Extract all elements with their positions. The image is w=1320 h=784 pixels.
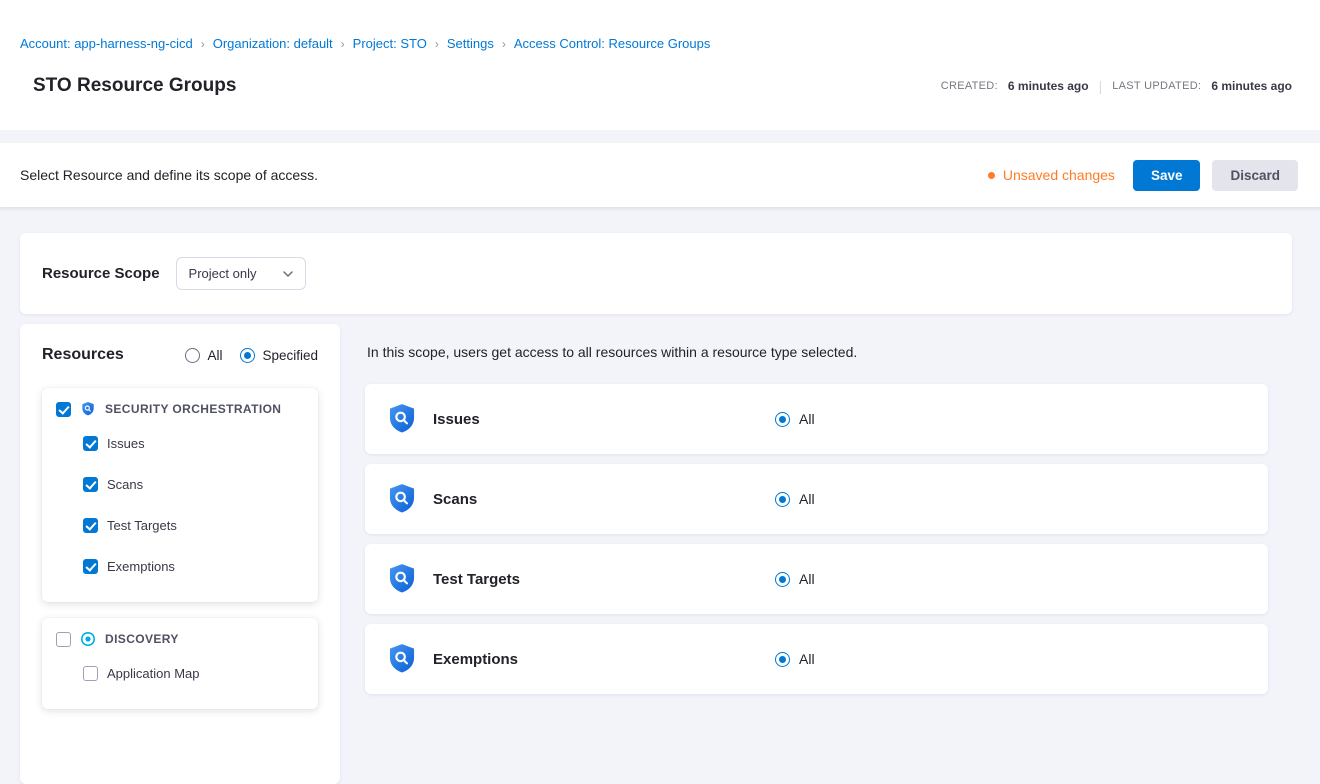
- resource-group-discovery: DISCOVERY Application Map: [42, 618, 318, 709]
- access-panel: In this scope, users get access to all r…: [365, 324, 1292, 704]
- access-all-option[interactable]: All: [775, 411, 815, 427]
- access-all-label: All: [799, 491, 815, 507]
- resource-item-exemptions[interactable]: Exemptions: [56, 546, 304, 587]
- created-value: 6 minutes ago: [1008, 79, 1089, 93]
- chevron-right-icon: ›: [502, 37, 506, 51]
- resource-item-scans[interactable]: Scans: [56, 464, 304, 505]
- group-name: DISCOVERY: [105, 632, 179, 646]
- page-title: STO Resource Groups: [33, 75, 941, 97]
- resources-specified-radio[interactable]: Specified: [240, 348, 318, 363]
- breadcrumb-organization[interactable]: Organization: default: [213, 36, 333, 51]
- meta-divider: |: [1099, 78, 1103, 94]
- discovery-icon: [80, 631, 96, 647]
- application-map-checkbox[interactable]: [83, 666, 98, 681]
- item-label: Issues: [107, 436, 145, 451]
- resources-title: Resources: [42, 346, 185, 364]
- sto-shield-icon: [80, 401, 96, 417]
- sto-shield-icon: [385, 402, 419, 436]
- scans-checkbox[interactable]: [83, 477, 98, 492]
- resource-scope-card: Resource Scope Project only: [20, 233, 1292, 314]
- discovery-checkbox[interactable]: [56, 632, 71, 647]
- radio-icon[interactable]: [775, 492, 790, 507]
- item-label: Application Map: [107, 666, 200, 681]
- group-name: SECURITY ORCHESTRATION: [105, 402, 281, 416]
- unsaved-changes-label: Unsaved changes: [1003, 167, 1115, 183]
- resource-item-test-targets[interactable]: Test Targets: [56, 505, 304, 546]
- chevron-right-icon: ›: [435, 37, 439, 51]
- discard-button[interactable]: Discard: [1212, 160, 1298, 191]
- security-orchestration-checkbox[interactable]: [56, 402, 71, 417]
- resource-row-exemptions: Exemptions All: [365, 624, 1268, 694]
- resource-row-scans: Scans All: [365, 464, 1268, 534]
- radio-icon[interactable]: [775, 572, 790, 587]
- toolbar-description: Select Resource and define its scope of …: [20, 167, 988, 183]
- access-description: In this scope, users get access to all r…: [367, 344, 1268, 360]
- last-updated-label: LAST UPDATED:: [1112, 80, 1201, 92]
- created-label: CREATED:: [941, 80, 998, 92]
- radio-icon[interactable]: [775, 412, 790, 427]
- unsaved-dot-icon: [988, 172, 995, 179]
- item-label: Test Targets: [107, 518, 177, 533]
- resource-scope-selected-value: Project only: [189, 266, 257, 281]
- access-all-option[interactable]: All: [775, 651, 815, 667]
- issues-checkbox[interactable]: [83, 436, 98, 451]
- chevron-right-icon: ›: [341, 37, 345, 51]
- access-all-label: All: [799, 411, 815, 427]
- item-label: Scans: [107, 477, 143, 492]
- save-button[interactable]: Save: [1133, 160, 1201, 191]
- test-targets-checkbox[interactable]: [83, 518, 98, 533]
- unsaved-changes-badge: Unsaved changes: [988, 167, 1115, 183]
- row-label: Issues: [433, 411, 775, 428]
- timestamps: CREATED: 6 minutes ago | LAST UPDATED: 6…: [941, 78, 1292, 94]
- resource-item-issues[interactable]: Issues: [56, 423, 304, 464]
- breadcrumb-project[interactable]: Project: STO: [353, 36, 427, 51]
- resources-all-label: All: [207, 348, 222, 363]
- access-all-option[interactable]: All: [775, 491, 815, 507]
- main-content: Resource Scope Project only Resources Al…: [0, 207, 1320, 784]
- last-updated-value: 6 minutes ago: [1211, 79, 1292, 93]
- access-all-label: All: [799, 651, 815, 667]
- radio-icon[interactable]: [240, 348, 255, 363]
- sto-shield-icon: [385, 642, 419, 676]
- action-toolbar: Select Resource and define its scope of …: [0, 143, 1320, 207]
- resource-row-test-targets: Test Targets All: [365, 544, 1268, 614]
- access-all-option[interactable]: All: [775, 571, 815, 587]
- radio-icon[interactable]: [775, 652, 790, 667]
- breadcrumb: Account: app-harness-ng-cicd › Organizat…: [20, 36, 1292, 51]
- resource-scope-label: Resource Scope: [42, 265, 160, 282]
- resource-group-security-orchestration: SECURITY ORCHESTRATION Issues Scans Test…: [42, 388, 318, 602]
- resource-item-application-map[interactable]: Application Map: [56, 653, 304, 694]
- radio-icon[interactable]: [185, 348, 200, 363]
- sto-shield-icon: [385, 482, 419, 516]
- row-label: Test Targets: [433, 571, 775, 588]
- resources-all-radio[interactable]: All: [185, 348, 222, 363]
- exemptions-checkbox[interactable]: [83, 559, 98, 574]
- access-all-label: All: [799, 571, 815, 587]
- chevron-down-icon: [283, 271, 293, 277]
- row-label: Scans: [433, 491, 775, 508]
- breadcrumb-access-control[interactable]: Access Control: Resource Groups: [514, 36, 711, 51]
- breadcrumb-account[interactable]: Account: app-harness-ng-cicd: [20, 36, 193, 51]
- resources-panel: Resources All Specified: [20, 324, 340, 784]
- breadcrumb-settings[interactable]: Settings: [447, 36, 494, 51]
- item-label: Exemptions: [107, 559, 175, 574]
- sto-shield-icon: [385, 562, 419, 596]
- resource-scope-dropdown[interactable]: Project only: [176, 257, 306, 290]
- page-header: Account: app-harness-ng-cicd › Organizat…: [0, 0, 1320, 130]
- resource-row-issues: Issues All: [365, 384, 1268, 454]
- row-label: Exemptions: [433, 651, 775, 668]
- resources-specified-label: Specified: [262, 348, 318, 363]
- chevron-right-icon: ›: [201, 37, 205, 51]
